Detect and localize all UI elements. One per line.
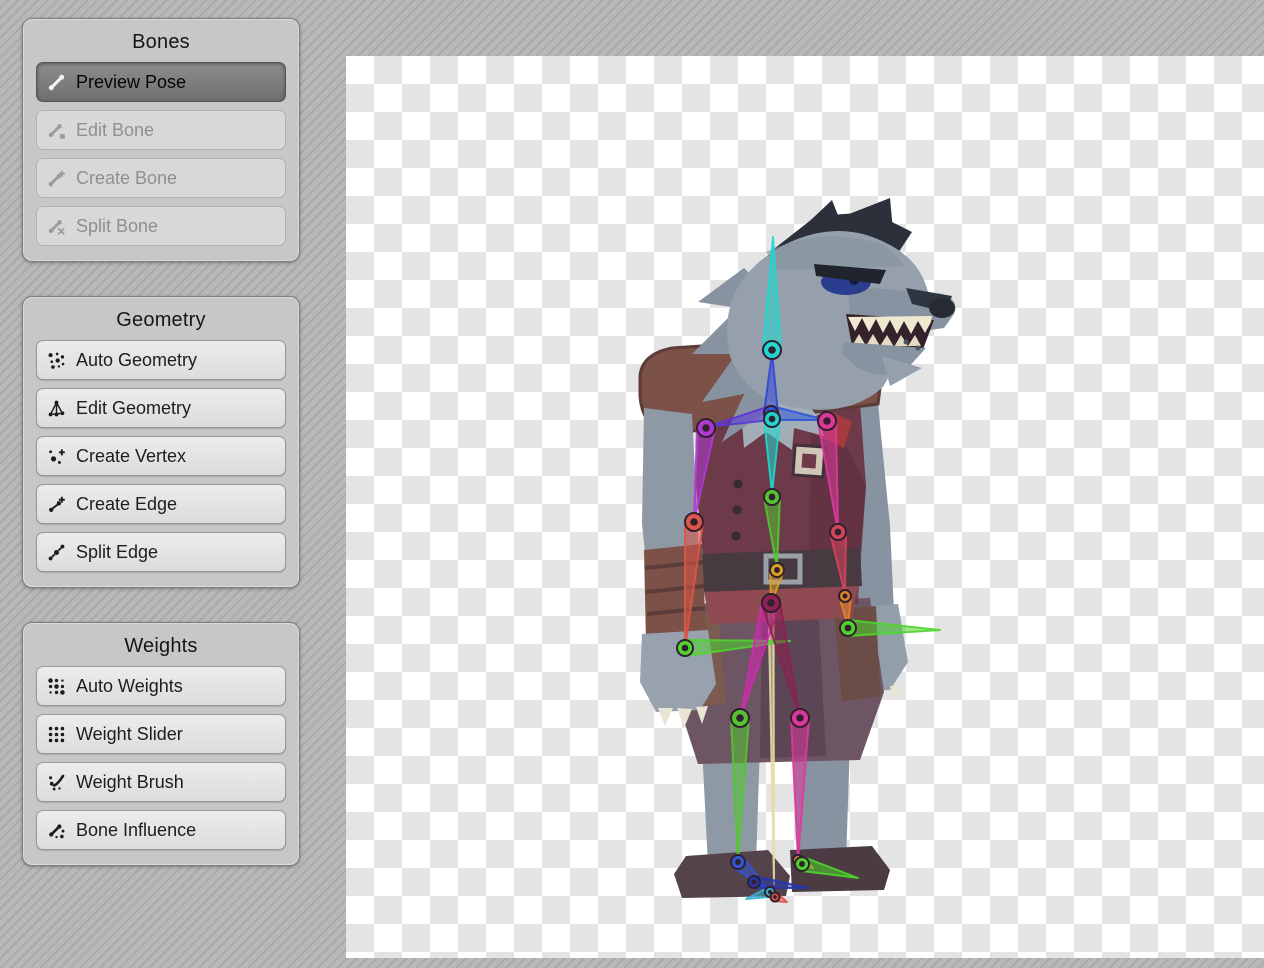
preview-pose-button[interactable]: Preview Pose	[36, 62, 286, 102]
scene	[346, 56, 1264, 958]
joint-pelvis[interactable]	[770, 563, 784, 577]
split-bone-label: Split Bone	[76, 216, 158, 237]
bone-influence-button[interactable]: Bone Influence	[36, 810, 286, 850]
weight-slider-label: Weight Slider	[76, 724, 183, 745]
joint-hand-left[interactable]	[677, 640, 693, 656]
split-edge-label: Split Edge	[76, 542, 158, 563]
create-edge-icon	[47, 495, 66, 514]
skinning-editor-window: Bones Preview Pose Edit Bone Create Bone…	[0, 0, 1264, 968]
create-edge-label: Create Edge	[76, 494, 177, 515]
edit-geometry-button[interactable]: Edit Geometry	[36, 388, 286, 428]
geometry-panel: Geometry Auto Geometry Edit Geometry Cre…	[22, 296, 300, 588]
auto-weights-icon	[47, 677, 66, 696]
joint-foot-left[interactable]	[731, 855, 745, 869]
auto-weights-label: Auto Weights	[76, 676, 183, 697]
weight-brush-button[interactable]: Weight Brush	[36, 762, 286, 802]
weight-slider-button[interactable]: Weight Slider	[36, 714, 286, 754]
split-bone-icon	[47, 217, 66, 236]
create-bone-button[interactable]: Create Bone	[36, 158, 286, 198]
joint-spine-upper[interactable]	[764, 411, 780, 427]
preview-pose-icon	[47, 73, 66, 92]
create-edge-button[interactable]: Create Edge	[36, 484, 286, 524]
auto-geometry-label: Auto Geometry	[76, 350, 197, 371]
joint-forearm-right[interactable]	[830, 524, 846, 540]
bone-influence-icon	[47, 821, 66, 840]
geometry-panel-title: Geometry	[36, 309, 286, 332]
split-edge-button[interactable]: Split Edge	[36, 532, 286, 572]
create-bone-icon	[47, 169, 66, 188]
weight-slider-icon	[47, 725, 66, 744]
sprite-canvas[interactable]	[346, 56, 1264, 958]
weight-brush-icon	[47, 773, 66, 792]
edit-geometry-label: Edit Geometry	[76, 398, 191, 419]
edit-geometry-icon	[47, 399, 66, 418]
weights-panel-title: Weights	[36, 635, 286, 658]
joint-foot-center[interactable]	[748, 876, 760, 888]
split-bone-button[interactable]: Split Bone	[36, 206, 286, 246]
bone-influence-label: Bone Influence	[76, 820, 196, 841]
create-vertex-icon	[47, 447, 66, 466]
weight-brush-label: Weight Brush	[76, 772, 184, 793]
joint-spine-lower[interactable]	[764, 489, 780, 505]
weights-panel: Weights Auto Weights Weight Slider Weigh…	[22, 622, 300, 866]
create-vertex-label: Create Vertex	[76, 446, 186, 467]
create-bone-label: Create Bone	[76, 168, 177, 189]
joint-wrist-right[interactable]	[839, 590, 851, 602]
joint-forearm-left[interactable]	[685, 513, 703, 531]
bones-panel-title: Bones	[36, 31, 286, 54]
preview-pose-label: Preview Pose	[76, 72, 186, 93]
auto-weights-button[interactable]: Auto Weights	[36, 666, 286, 706]
joint-shin-left[interactable]	[731, 709, 749, 727]
edit-bone-button[interactable]: Edit Bone	[36, 110, 286, 150]
joint-head[interactable]	[763, 341, 781, 359]
joint-thigh-right[interactable]	[762, 594, 780, 612]
joint-upper-arm-right[interactable]	[818, 412, 836, 430]
edit-bone-label: Edit Bone	[76, 120, 154, 141]
create-vertex-button[interactable]: Create Vertex	[36, 436, 286, 476]
split-edge-icon	[47, 543, 66, 562]
auto-geometry-icon	[47, 351, 66, 370]
joint-hand-right[interactable]	[840, 620, 856, 636]
joint-upper-arm-left[interactable]	[697, 419, 715, 437]
joint-toe-center[interactable]	[771, 893, 780, 902]
edit-bone-icon	[47, 121, 66, 140]
joint-shin-right[interactable]	[791, 709, 809, 727]
bones-panel: Bones Preview Pose Edit Bone Create Bone…	[22, 18, 300, 262]
joint-foot-right[interactable]	[795, 857, 809, 871]
auto-geometry-button[interactable]: Auto Geometry	[36, 340, 286, 380]
